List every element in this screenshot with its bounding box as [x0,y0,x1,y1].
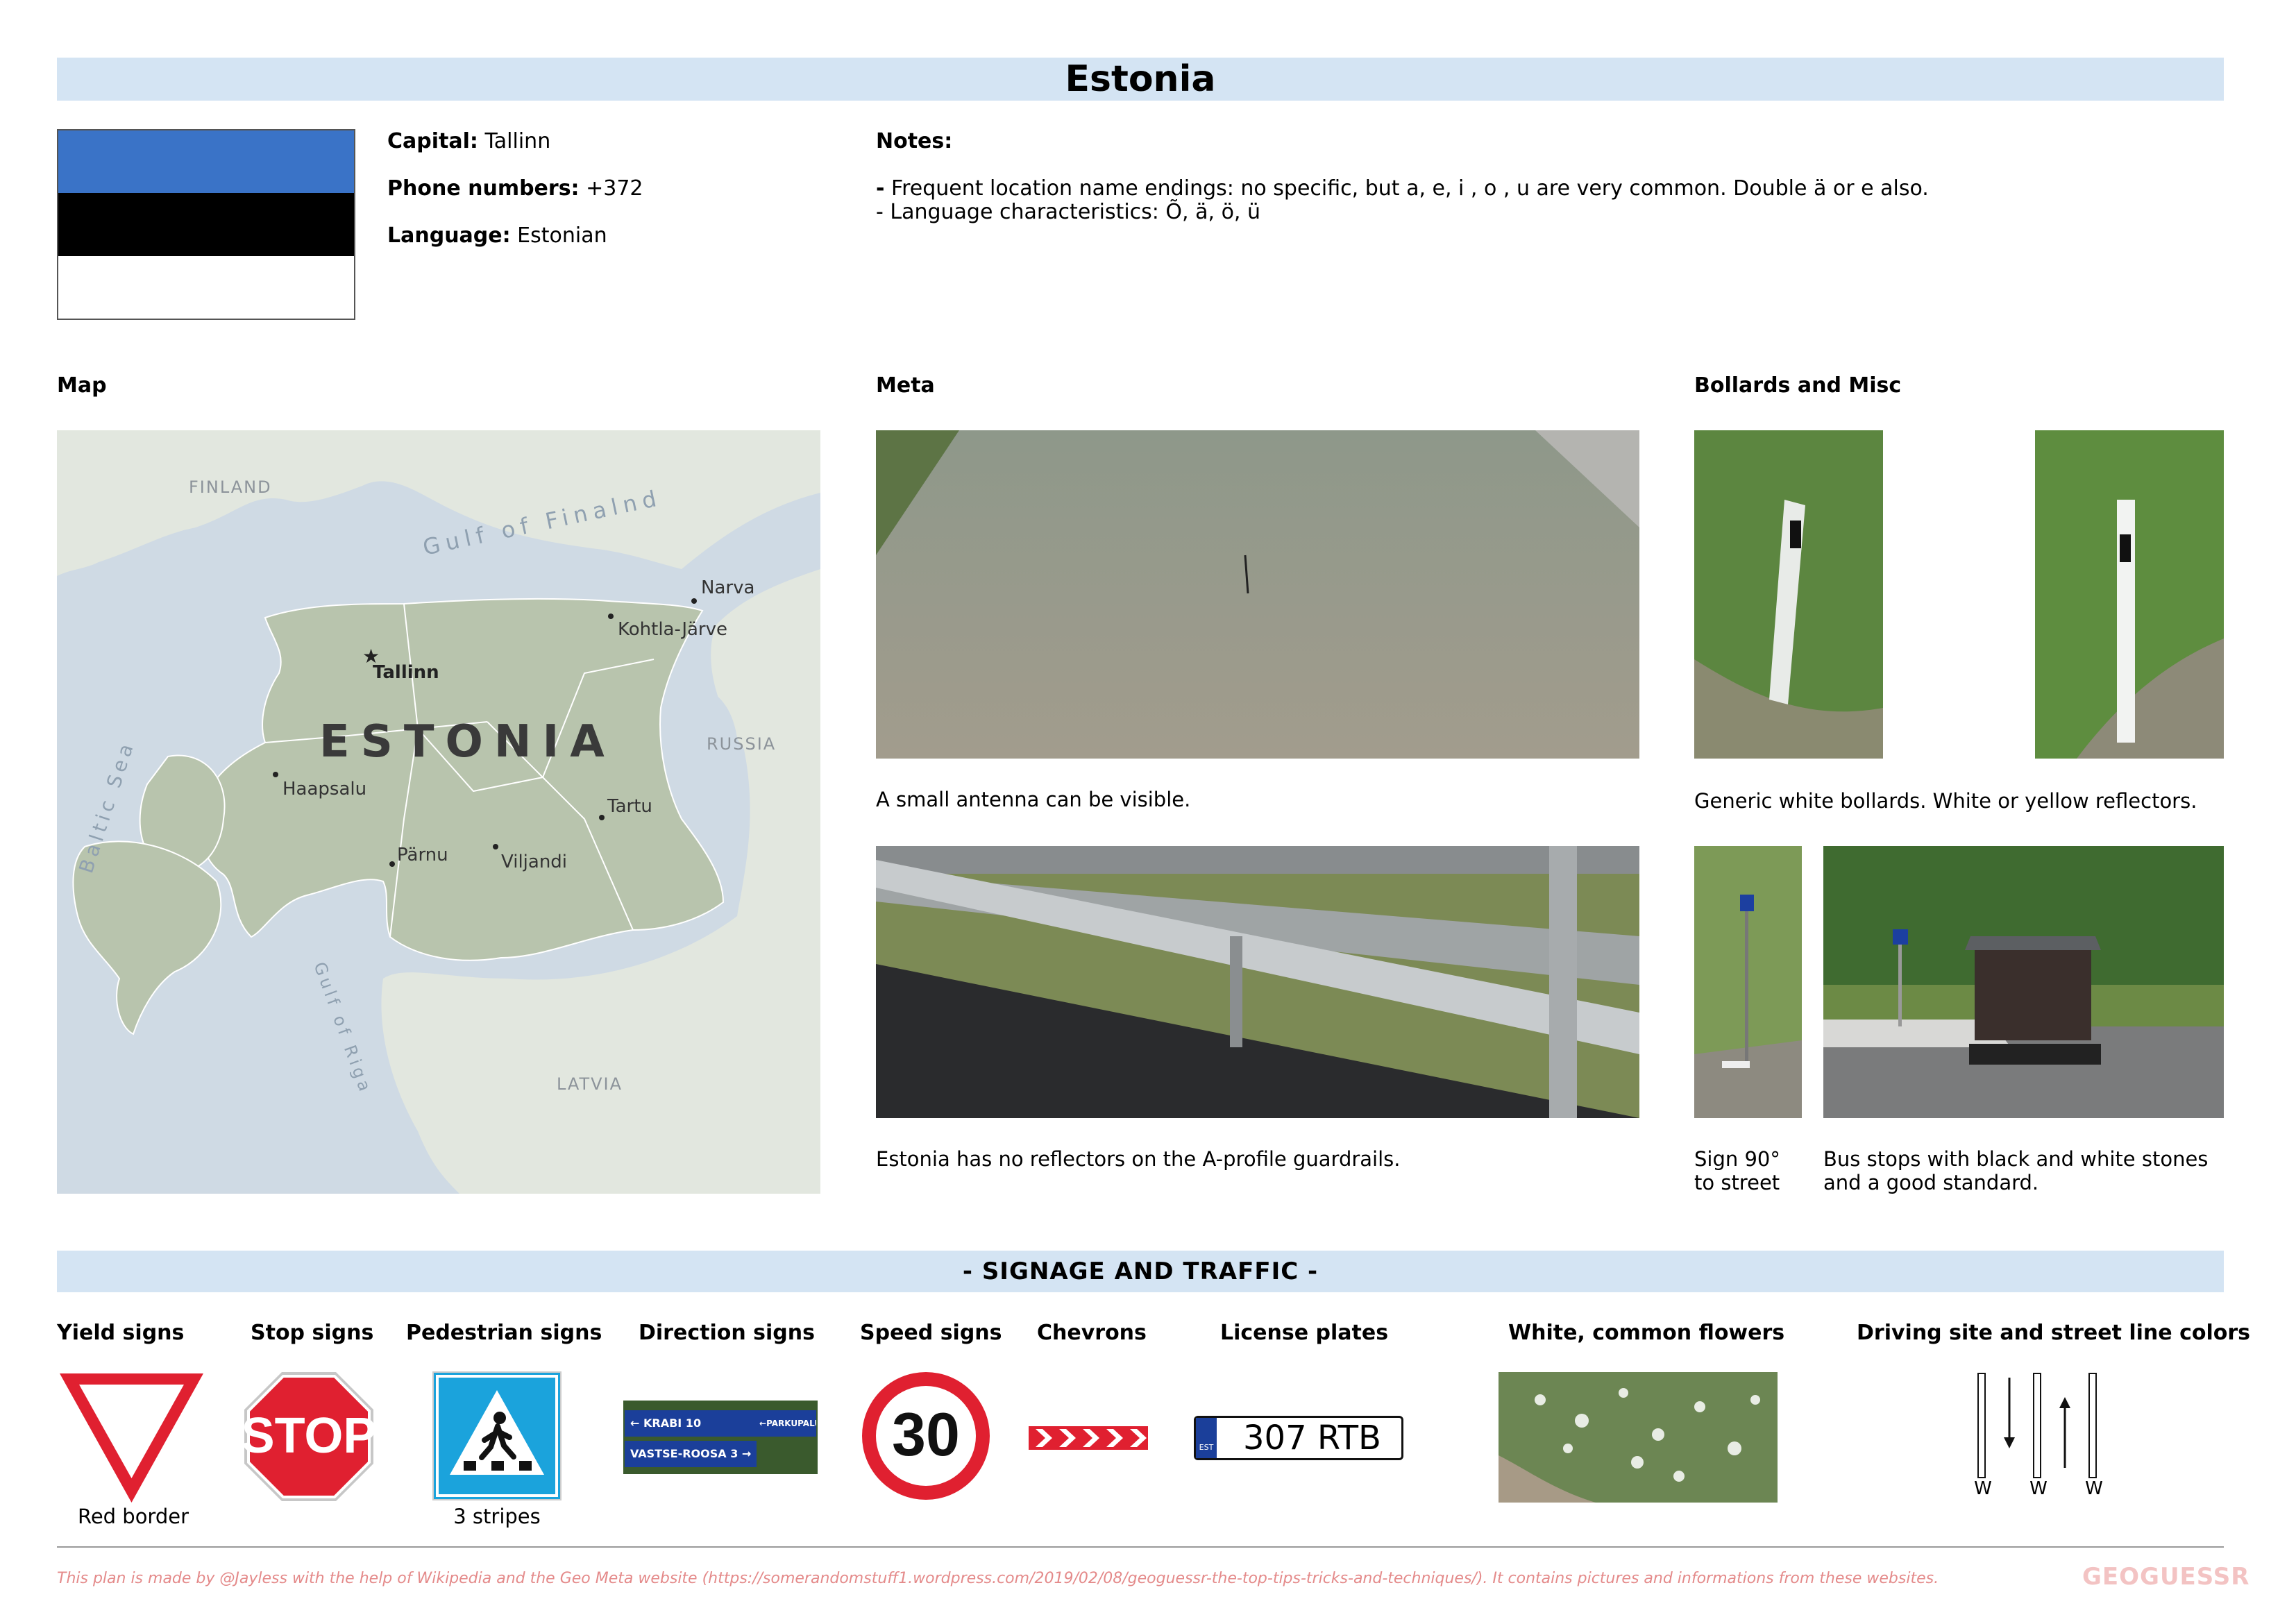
geoguessr-logo: GEOGUESSR [2082,1563,2250,1591]
direction-sign-parkupalu: ←PARKUPALU 1 [757,1410,816,1437]
bollards-caption: Generic white bollards. White or yellow … [1694,789,2197,813]
stop-signs-label: Stop signs [251,1321,374,1345]
line-color-center: W [2029,1478,2048,1499]
pedestrian-signs-label: Pedestrian signs [406,1321,602,1345]
flowers-label: White, common flowers [1508,1321,1785,1345]
language-label: Language: [387,223,511,248]
sign-caption: Sign 90° to street [1694,1147,1780,1194]
capital-value: Tallinn [484,129,551,153]
meta-photo-gravel-road [876,430,1639,759]
line-color-right: W [2085,1478,2103,1499]
notes-line-2: - Language characteristics: Õ, ä, ö, ü [876,200,1261,224]
map-label-haapsalu: Haapsalu [282,779,366,800]
license-plates-label: License plates [1220,1321,1389,1345]
chevrons-label: Chevrons [1037,1321,1147,1345]
bollard-photo-2 [2035,430,2224,759]
phone-value: +372 [586,176,643,201]
bus-stop-photo [1823,846,2224,1118]
map-label-parnu: Pärnu [397,845,448,865]
capital-row: Capital: Tallinn [387,128,550,155]
flag-stripe-white [58,255,354,319]
direction-signs-label: Direction signs [639,1321,815,1345]
map-label-kohtla: Kohtla-Järve [618,619,727,640]
notes-bullet: - [876,176,885,201]
speed-limit-value: 30 [892,1400,960,1469]
language-row: Language: Estonian [387,222,607,250]
pedestrian-sign [432,1371,562,1501]
speed-signs-label: Speed signs [860,1321,1002,1345]
yield-sign [57,1371,206,1506]
license-plate: EST 307 RTB [1194,1416,1403,1460]
plate-number: 307 RTB [1243,1419,1381,1457]
estonia-flag [57,129,355,320]
meta-photo-guardrail [876,846,1639,1118]
page-title: Estonia [57,58,2224,101]
speed-limit-sign: 30 [861,1371,991,1501]
direction-signs-photo: ← KRABI 10 ←PARKUPALU 1 VASTSE-ROOSA 3 → [623,1401,818,1474]
chevron-sign [1029,1426,1148,1450]
map-label-finland: FINLAND [189,477,272,497]
map-label-viljandi: Viljandi [501,852,567,872]
direction-sign-vastse-roosa: VASTSE-ROOSA 3 → [625,1441,757,1467]
flag-stripe-blue [58,130,354,194]
section-label-bollards: Bollards and Misc [1694,373,1902,398]
notes-label: Notes: [876,129,953,153]
map-label-tartu: Tartu [607,796,652,817]
capital-label: Capital: [387,129,478,153]
plate-country-code: EST [1196,1418,1217,1458]
pedestrian-sign-caption: 3 stripes [453,1505,541,1528]
svg-text:★: ★ [362,645,380,668]
map-label-narva: Narva [701,577,754,598]
yield-sign-caption: Red border [77,1505,189,1528]
notes-line-1-text: Frequent location name endings: no speci… [891,176,1929,201]
estonia-map: FINLAND Gulf of Finalnd Narva Kohtla-Jär… [57,430,820,1194]
meta-caption-guardrail: Estonia has no reflectors on the A-profi… [876,1147,1401,1171]
footer-credit: This plan is made by @Jayless with the h… [57,1570,1939,1587]
map-label-estonia: ESTONIA [319,716,616,768]
map-label-tallinn: Tallinn [373,662,439,683]
language-value: Estonian [517,223,607,248]
sign-photo [1694,846,1802,1118]
section-label-meta: Meta [876,373,935,398]
line-color-left: W [1974,1478,1992,1499]
map-label-latvia: LATVIA [557,1074,623,1094]
map-label-russia: RUSSIA [707,734,776,754]
yield-signs-label: Yield signs [57,1321,185,1345]
driving-side-label: Driving site and street line colors [1857,1321,2251,1345]
flag-stripe-black [58,193,354,256]
phone-label: Phone numbers: [387,176,580,201]
signage-band: - SIGNAGE AND TRAFFIC - [57,1251,2224,1292]
phone-row: Phone numbers: +372 [387,175,643,203]
flowers-photo [1499,1372,1778,1503]
footer-divider [57,1546,2224,1548]
stop-sign-text: STOP [243,1408,375,1464]
direction-sign-krabi: ← KRABI 10 [625,1410,757,1437]
section-label-map: Map [57,373,107,398]
meta-caption-antenna: A small antenna can be visible. [876,788,1191,811]
bus-stop-caption: Bus stops with black and white stones an… [1823,1147,2209,1194]
stop-sign: STOP [242,1371,376,1503]
bollard-photo-1 [1694,430,1883,759]
